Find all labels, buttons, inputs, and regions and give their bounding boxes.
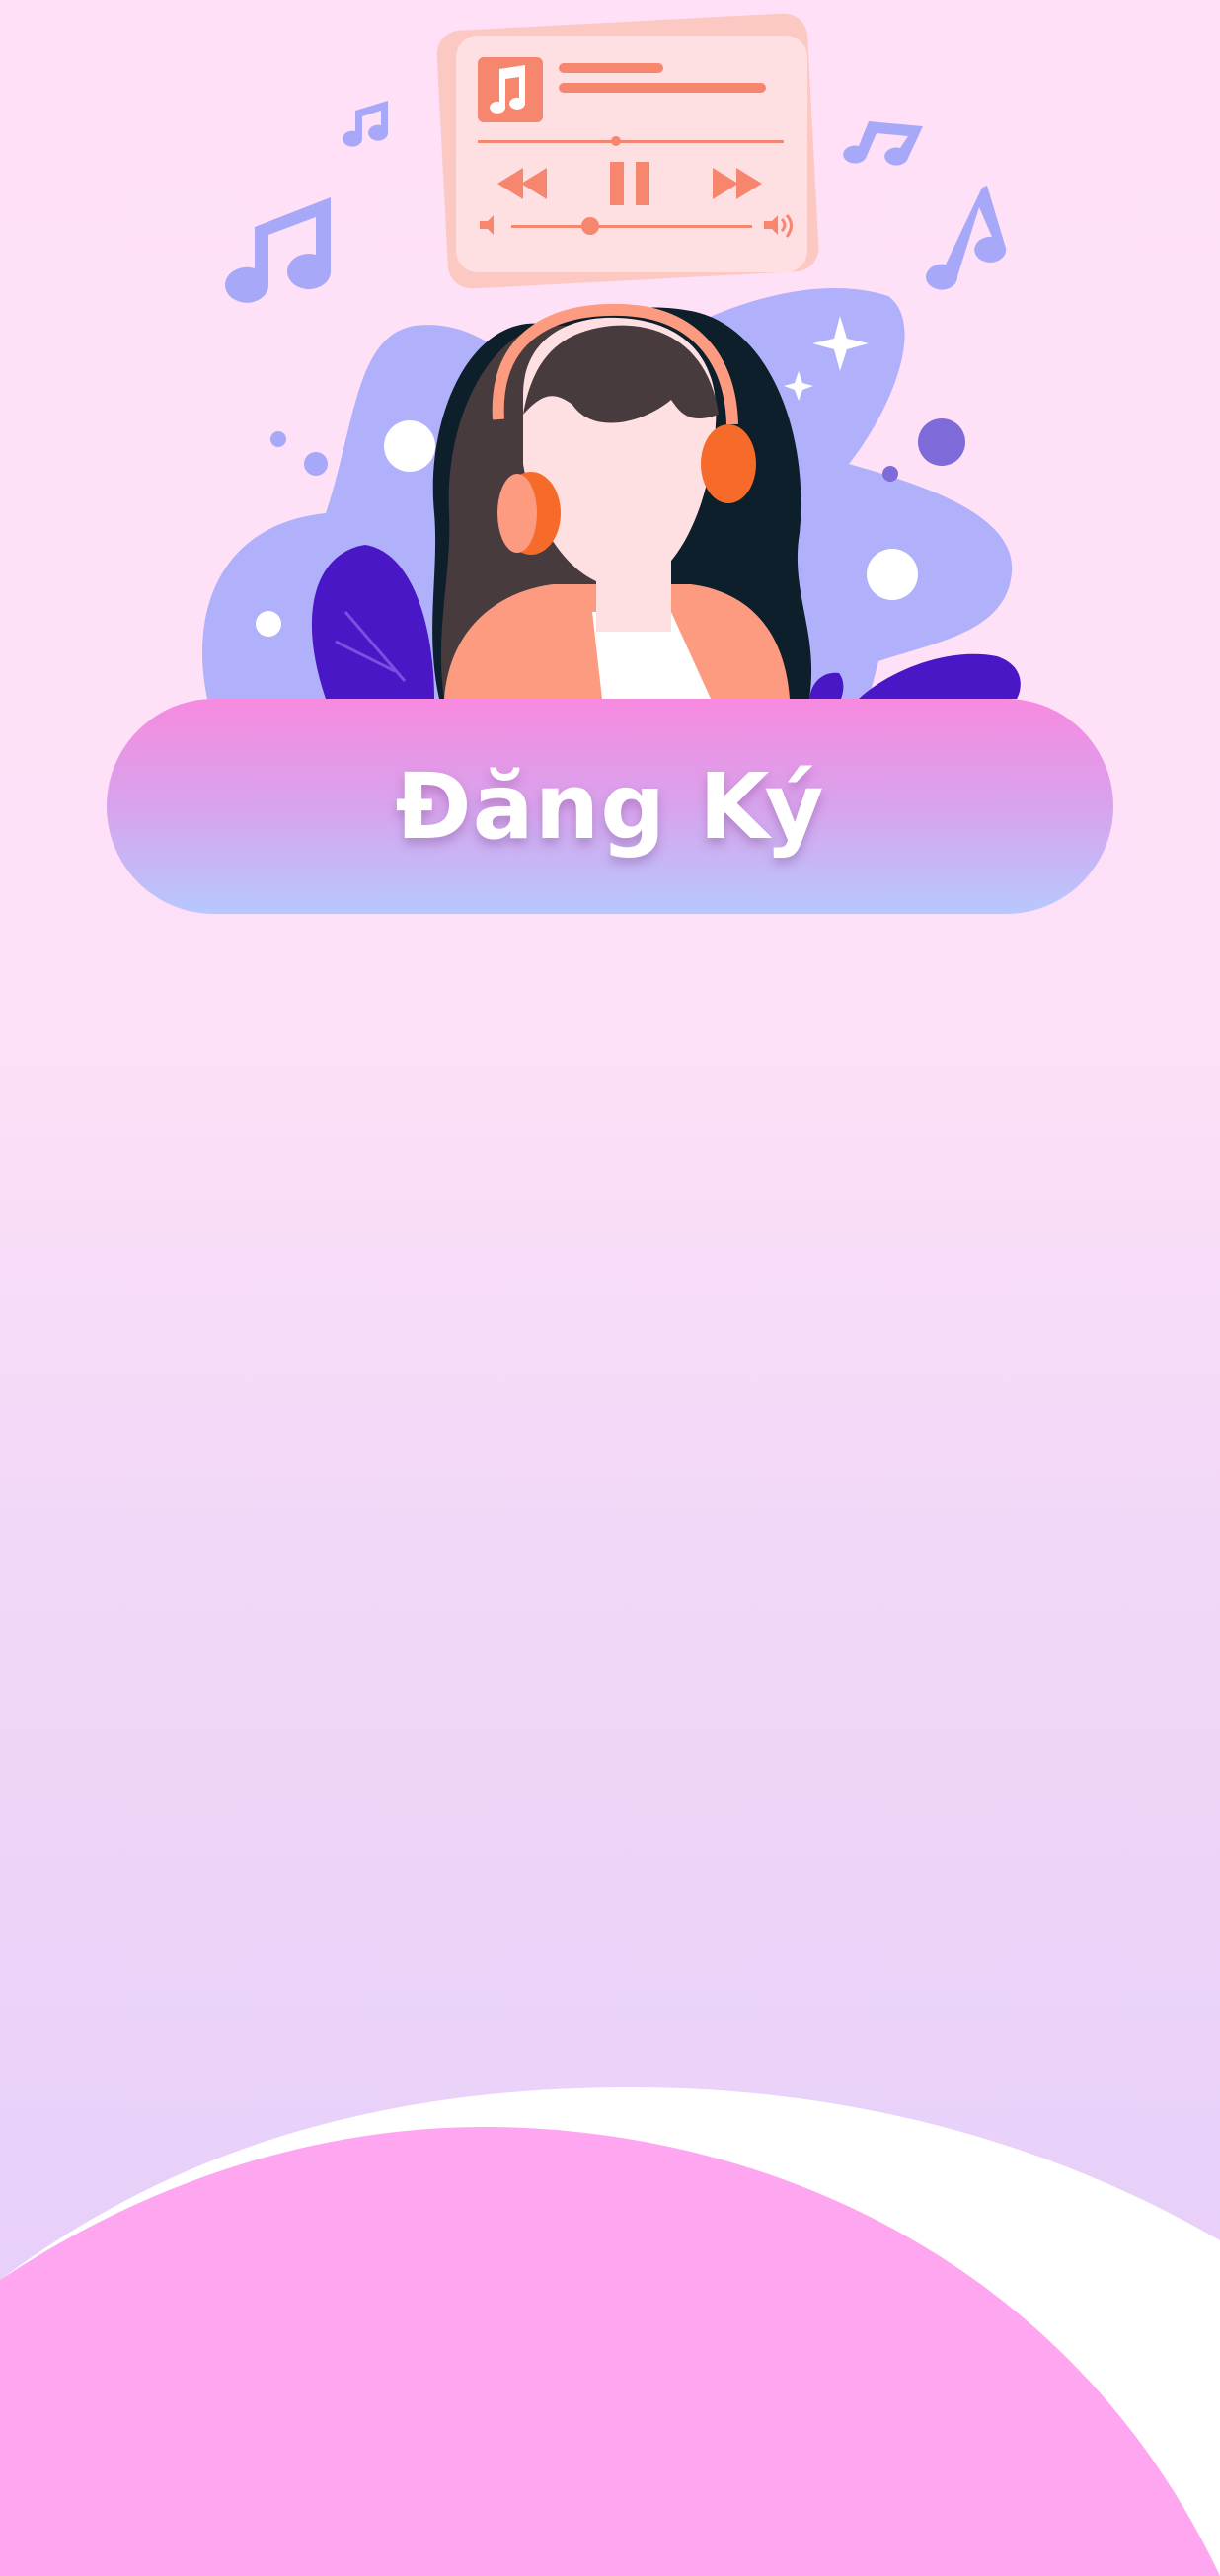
dot: [304, 452, 328, 476]
leaf-right: [859, 653, 1021, 699]
dot: [270, 431, 286, 447]
dot: [918, 418, 965, 466]
signup-button-label: Đăng Ký: [395, 753, 825, 860]
music-note-icon: [225, 197, 332, 303]
hero-illustration: [202, 13, 1021, 699]
dot: [256, 611, 281, 637]
music-note-icon: [843, 121, 923, 166]
music-player-icon: [436, 13, 819, 289]
dot: [882, 466, 898, 482]
music-note-icon: [926, 186, 1007, 290]
girl-with-headphones: [432, 303, 812, 699]
bottom-wave: [0, 2087, 1220, 2576]
dot: [384, 420, 435, 472]
dot: [867, 549, 918, 600]
music-note-icon: [343, 101, 389, 147]
signup-button[interactable]: Đăng Ký: [107, 699, 1113, 914]
